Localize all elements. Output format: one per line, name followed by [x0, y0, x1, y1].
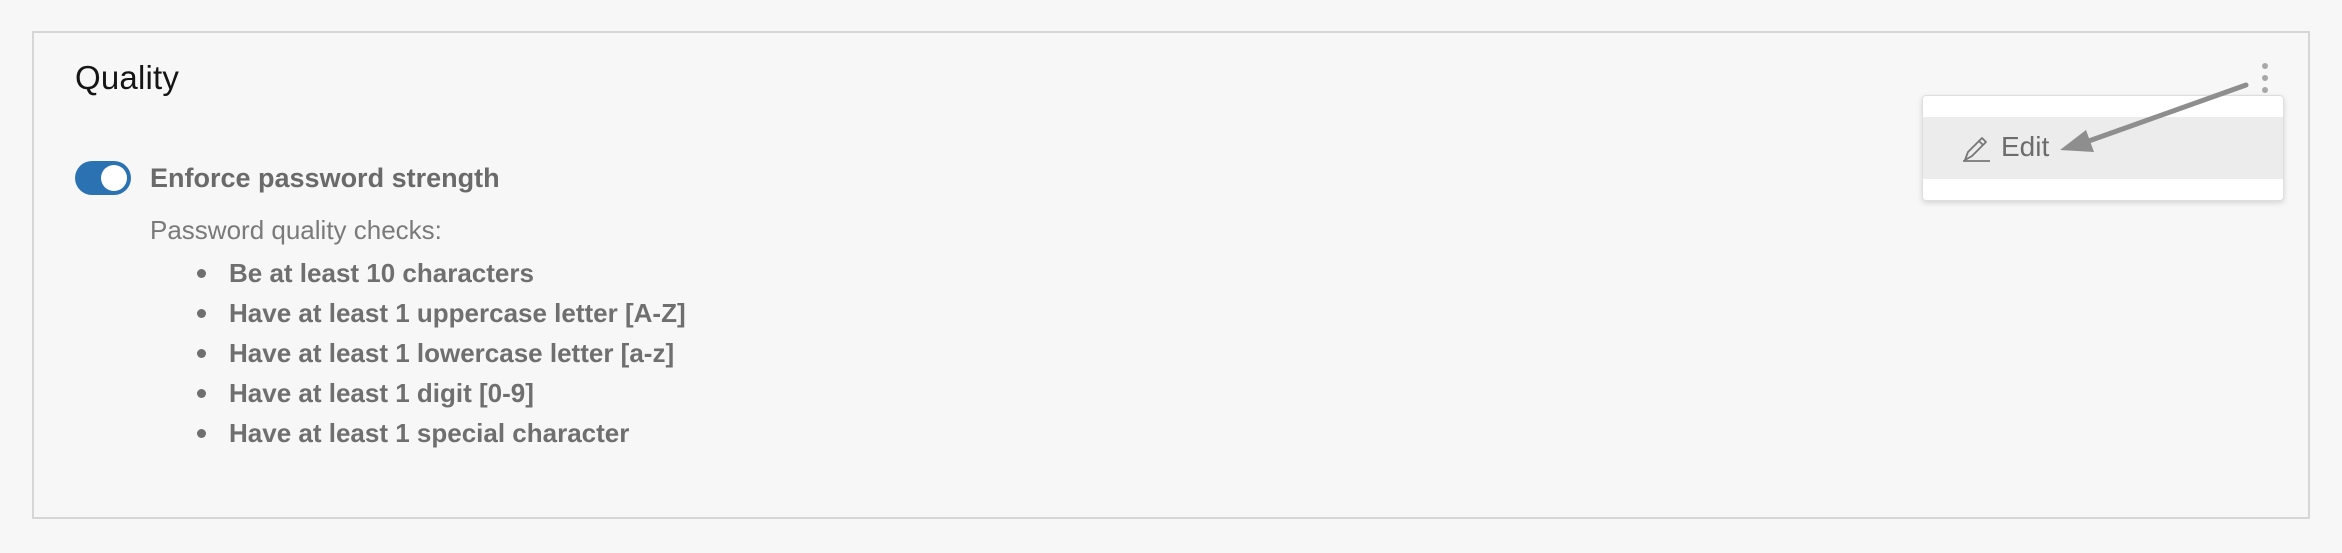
quality-card: Quality Enforce password strength Passwo… [32, 31, 2310, 519]
enforce-password-strength-toggle[interactable] [75, 161, 131, 195]
menu-item-edit[interactable]: Edit [1923, 117, 2283, 179]
menu-item-label: Edit [2001, 131, 2050, 162]
list-item: Be at least 10 characters [197, 253, 686, 293]
list-item: Have at least 1 lowercase letter [a-z] [197, 333, 686, 373]
checks-list: Be at least 10 characters Have at least … [197, 253, 686, 453]
toggle-label: Enforce password strength [150, 163, 500, 193]
section-title: Quality [75, 59, 180, 96]
check-text: Be at least 10 characters [229, 258, 534, 288]
bullet-icon [197, 349, 206, 358]
check-text: Have at least 1 special character [229, 418, 630, 448]
check-text: Have at least 1 uppercase letter [A-Z] [229, 298, 686, 328]
bullet-icon [197, 429, 206, 438]
list-item: Have at least 1 special character [197, 413, 686, 453]
list-item: Have at least 1 uppercase letter [A-Z] [197, 293, 686, 333]
check-text: Have at least 1 lowercase letter [a-z] [229, 338, 675, 368]
bullet-icon [197, 309, 206, 318]
actions-dropdown-menu: Edit [1922, 95, 2284, 201]
kebab-vertical-icon[interactable] [2255, 61, 2275, 95]
bullet-icon [197, 269, 206, 278]
toggle-knob [101, 165, 127, 191]
check-text: Have at least 1 digit [0-9] [229, 378, 534, 408]
checks-heading: Password quality checks: [150, 215, 442, 245]
list-item: Have at least 1 digit [0-9] [197, 373, 686, 413]
pencil-icon [1963, 137, 1990, 162]
bullet-icon [197, 389, 206, 398]
